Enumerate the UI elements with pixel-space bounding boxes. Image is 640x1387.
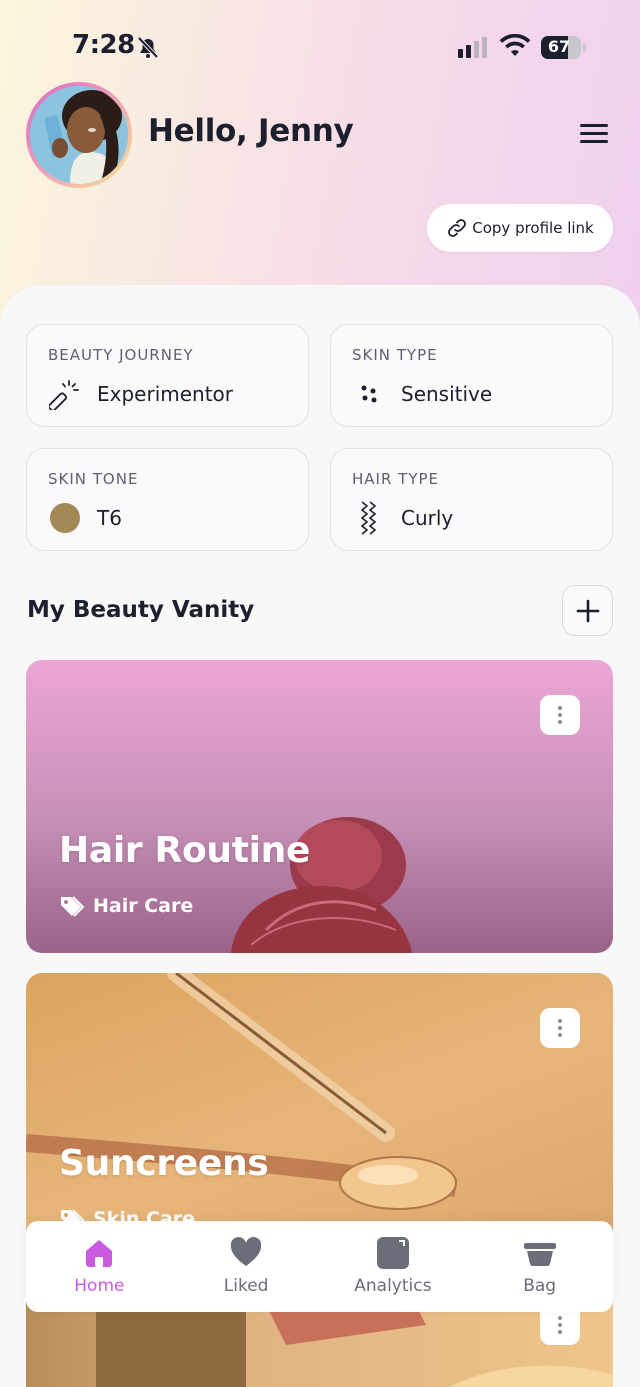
tab-label: Bag [523,1276,557,1296]
trait-label: BEAUTY JOURNEY [48,346,194,364]
avatar[interactable] [26,82,132,188]
battery-percent: 67 [547,37,571,56]
magic-wand-icon [48,377,82,411]
card-options-button[interactable] [540,1008,580,1048]
tone-swatch-icon [48,501,82,535]
copy-profile-link-button[interactable]: Copy profile link [427,204,613,252]
heart-icon [230,1237,262,1266]
cellular-signal-icon [458,37,487,58]
home-icon [86,1240,113,1267]
card-title: Hair Routine [59,830,311,871]
trait-value: T6 [97,506,122,530]
avatar-photo [30,86,128,184]
add-vanity-button[interactable] [562,585,613,636]
trait-value: Curly [401,506,454,530]
trait-hair-type[interactable]: HAIR TYPE Curly [330,448,613,551]
greeting-title: Hello, Jenny [148,113,354,149]
tab-liked[interactable]: Liked [173,1221,320,1312]
bottom-tab-bar: Home Liked Analytics Bag [26,1221,613,1312]
trait-value: Sensitive [401,382,493,406]
wavy-lines-icon [352,501,386,535]
trait-skin-type[interactable]: SKIN TYPE Sensitive [330,324,613,427]
dots-icon [352,377,386,411]
copy-link-label: Copy profile link [472,219,594,237]
bag-icon [523,1243,556,1267]
tab-analytics[interactable]: Analytics [320,1221,467,1312]
status-bar: 7:28 67 [0,0,640,96]
wifi-icon [499,34,531,56]
plus-icon [576,599,599,622]
section-title: My Beauty Vanity [27,597,255,623]
analytics-icon [376,1237,409,1269]
tab-home[interactable]: Home [26,1221,173,1312]
tab-bag[interactable]: Bag [466,1221,613,1312]
tab-label: Liked [223,1276,269,1296]
status-time: 7:28 [72,30,135,60]
trait-beauty-journey[interactable]: BEAUTY JOURNEY Experimentor [26,324,309,427]
tag-icon [61,896,85,917]
trait-label: SKIN TYPE [352,346,438,364]
trait-label: SKIN TONE [48,470,139,488]
card-title: Suncreens [59,1143,269,1184]
bell-muted-icon [137,36,159,59]
card-tag-label: Hair Care [93,895,194,917]
tab-label: Analytics [354,1276,432,1296]
battery-icon: 67 [541,36,581,59]
card-tag: Hair Care [59,894,193,918]
card-options-button[interactable] [540,695,580,735]
trait-label: HAIR TYPE [352,470,440,488]
tab-label: Home [74,1276,125,1296]
trait-value: Experimentor [97,382,234,406]
menu-button[interactable] [574,120,614,150]
vanity-card-hair-routine[interactable]: Hair Routine Hair Care [26,660,613,953]
trait-skin-tone[interactable]: SKIN TONE T6 [26,448,309,551]
link-icon [448,219,467,237]
